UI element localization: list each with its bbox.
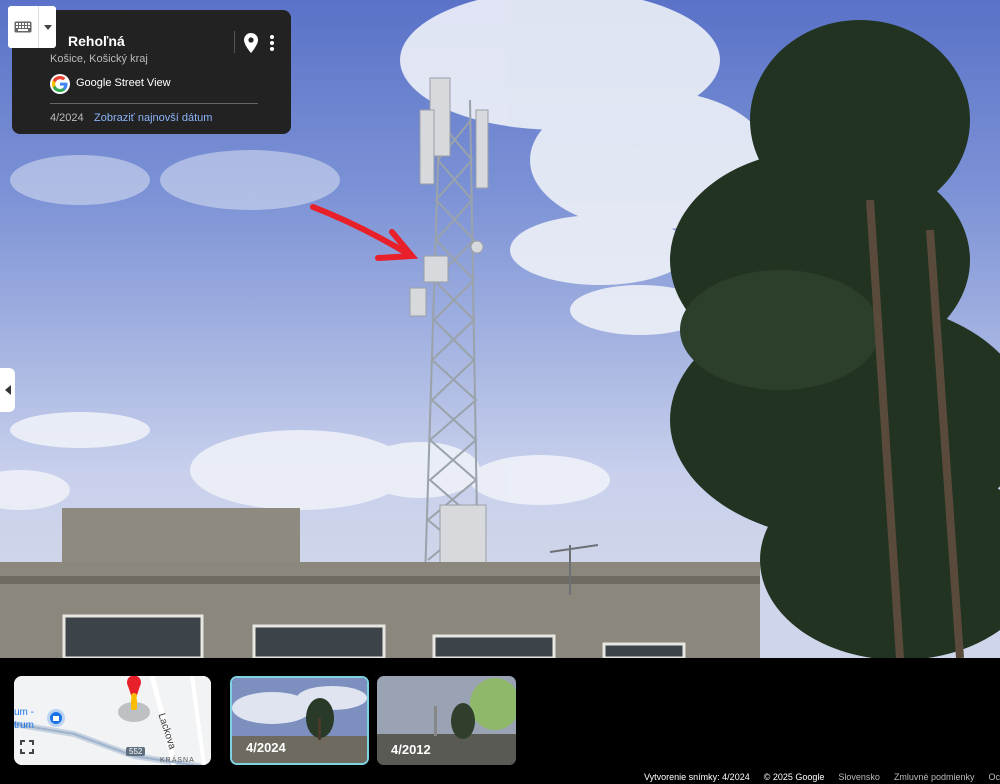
expand-map-icon[interactable] [20,740,40,760]
time-travel-thumbnail-2012[interactable]: 4/2012 [377,676,516,765]
mini-map-poi-label: um - trum [14,707,34,731]
location-pin-icon[interactable] [243,32,259,54]
mini-map-roads [14,676,211,765]
chevron-down-icon[interactable] [39,24,56,30]
location-subtitle: Košice, Košický kraj [50,53,148,65]
mini-map[interactable]: um - trum Lackova 552 KRÁSNA [14,676,211,765]
keyboard-icon [8,21,38,33]
current-capture-date: 4/2024 [50,112,84,124]
more-footer-link[interactable]: Oc [988,772,1000,784]
mini-map-street-label-2: KRÁSNA [160,757,195,764]
more-options-icon[interactable] [265,32,279,54]
card-divider-horizontal [50,103,258,104]
road-number-badge: 552 [126,747,146,756]
collapse-panel-button[interactable] [0,368,15,412]
red-arrow-annotation [310,204,419,261]
footer-bar: Vytvorenie snímky: 4/2024 © 2025 Google … [644,772,1000,784]
street-view-brand: Google Street View [76,77,171,89]
keyboard-shortcuts-button[interactable] [8,6,56,48]
thumbnail-date: 4/2024 [246,740,286,755]
time-travel-thumbnail-2024[interactable]: 4/2024 [230,676,369,765]
location-title: Rehoľná [68,33,125,49]
copyright-label: © 2025 Google [763,772,825,782]
card-divider [234,31,235,53]
terms-link[interactable]: Zmluvné podmienky [894,772,975,784]
show-latest-date-link[interactable]: Zobraziť najnovší dátum [94,112,212,124]
capture-date-label: Vytvorenie snímky: 4/2024 [643,772,750,782]
country-link[interactable]: Slovensko [838,772,880,784]
chevron-left-icon [4,385,11,395]
thumbnail-date: 4/2012 [391,742,431,757]
google-logo-icon [50,74,70,94]
